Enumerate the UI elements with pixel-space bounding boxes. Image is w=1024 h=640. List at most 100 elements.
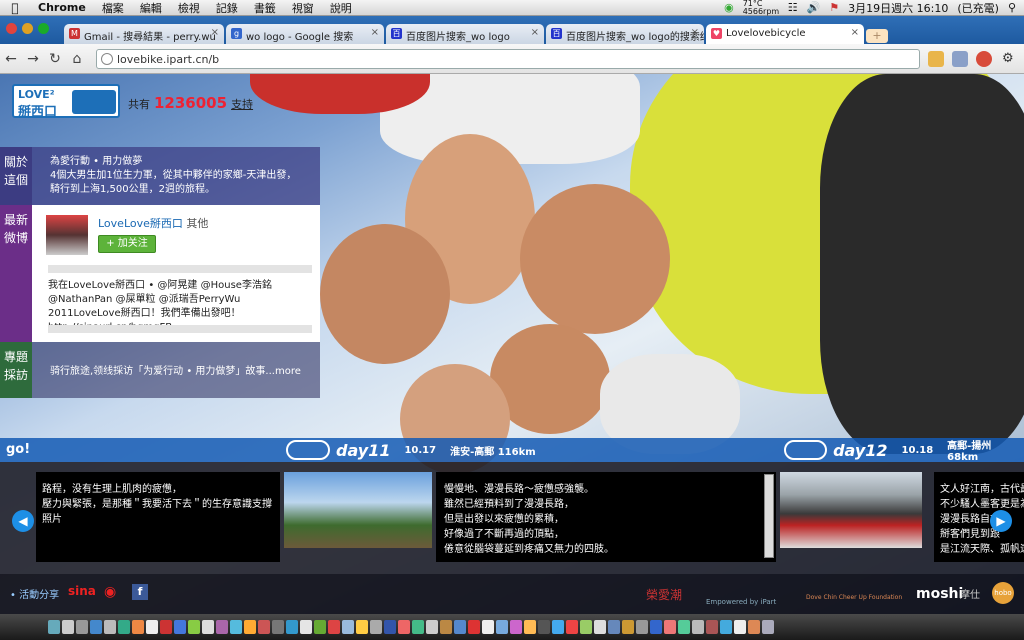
menu-help[interactable]: 說明 <box>322 0 360 16</box>
menu-window[interactable]: 視窗 <box>284 0 322 16</box>
address-bar[interactable]: lovebike.ipart.cn/b <box>96 49 920 69</box>
trash-icon[interactable] <box>762 620 774 634</box>
dock-app-icon[interactable] <box>146 620 158 634</box>
tab-baidu-2[interactable]: 百 百度图片搜索_wo logo的搜索结 × <box>546 24 704 44</box>
dock-app-icon[interactable] <box>104 620 116 634</box>
dock-app-icon[interactable] <box>272 620 284 634</box>
dock-app-icon[interactable] <box>412 620 424 634</box>
story-photo[interactable] <box>780 472 922 548</box>
dock-app-icon[interactable] <box>244 620 256 634</box>
story-card[interactable]: 慢慢地、漫漫長路～疲憊感強襲。 雖然已經預料到了漫漫長路， 但是出發以來疲憊的累… <box>436 472 776 562</box>
close-tab-icon[interactable]: × <box>531 27 539 38</box>
site-logo[interactable]: LOVE² 掰西口 <box>12 84 120 120</box>
previous-arrow-icon[interactable]: ◀ <box>12 510 34 532</box>
close-tab-icon[interactable]: × <box>691 27 699 38</box>
dock-app-icon[interactable] <box>622 620 634 634</box>
sponsor-logo[interactable]: moshi <box>916 586 963 602</box>
weibo-user[interactable]: LoveLove掰西口 其他 <box>98 215 208 231</box>
zoom-window-button[interactable] <box>38 23 49 34</box>
reload-icon[interactable]: ↻ <box>44 51 66 67</box>
dock-app-icon[interactable] <box>608 620 620 634</box>
dock-app-icon[interactable] <box>720 620 732 634</box>
dock-app-icon[interactable] <box>188 620 200 634</box>
wifi-icon[interactable]: ☷ <box>788 1 798 14</box>
dock-app-icon[interactable] <box>90 620 102 634</box>
sponsor-logo[interactable]: Empowered by iPart <box>706 598 776 606</box>
dock-app-icon[interactable] <box>538 620 550 634</box>
close-tab-icon[interactable]: × <box>211 27 219 38</box>
tab-baidu-1[interactable]: 百 百度图片搜索_wo logo × <box>386 24 544 44</box>
sponsor-logo[interactable]: hobo <box>992 582 1014 604</box>
dock-app-icon[interactable] <box>566 620 578 634</box>
dock-app-icon[interactable] <box>398 620 410 634</box>
dock-app-icon[interactable] <box>314 620 326 634</box>
dock-app-icon[interactable] <box>692 620 704 634</box>
extension-icon[interactable] <box>976 51 992 67</box>
apple-icon[interactable]:  <box>0 1 30 15</box>
dock-app-icon[interactable] <box>342 620 354 634</box>
dock-app-icon[interactable] <box>286 620 298 634</box>
day-marker-11[interactable]: day11 10.17 淮安-高郵 116km <box>286 438 780 462</box>
dock-app-icon[interactable] <box>510 620 522 634</box>
nav-about[interactable]: 關於 這個 <box>0 147 32 205</box>
dock-app-icon[interactable] <box>216 620 228 634</box>
home-icon[interactable]: ⌂ <box>66 51 88 67</box>
tab-lovelovebicycle[interactable]: ♥ Lovelovebicycle × <box>706 24 864 44</box>
weibo-user-name[interactable]: LoveLove掰西口 <box>98 217 183 230</box>
dock-app-icon[interactable] <box>300 620 312 634</box>
sponsor-logo[interactable]: 摩仕 <box>960 586 980 601</box>
sponsor-logo[interactable]: Dove Chin Cheer Up Foundation <box>806 594 916 601</box>
dock-app-icon[interactable] <box>370 620 382 634</box>
scrollbar[interactable] <box>764 474 774 558</box>
evernote-icon[interactable]: ◉ <box>724 1 734 14</box>
dock-app-icon[interactable] <box>468 620 480 634</box>
menu-app-name[interactable]: Chrome <box>30 1 94 14</box>
go-button[interactable]: go! <box>6 442 30 457</box>
dock-app-icon[interactable] <box>426 620 438 634</box>
weibo-other[interactable]: 其他 <box>186 217 208 230</box>
volume-icon[interactable]: 🔊 <box>807 1 821 14</box>
follow-button[interactable]: + 加关注 <box>98 235 156 253</box>
back-icon[interactable]: ← <box>0 51 22 67</box>
facebook-icon[interactable]: f <box>132 584 148 600</box>
dock-app-icon[interactable] <box>258 620 270 634</box>
dock-app-icon[interactable] <box>76 620 88 634</box>
dock-app-icon[interactable] <box>664 620 676 634</box>
support-link[interactable]: 支持 <box>231 98 253 111</box>
clock[interactable]: 3月19日週六 16:10 <box>848 0 948 16</box>
dock-app-icon[interactable] <box>454 620 466 634</box>
dock-app-icon[interactable] <box>174 620 186 634</box>
dock-app-icon[interactable] <box>678 620 690 634</box>
close-tab-icon[interactable]: × <box>851 27 859 38</box>
next-arrow-icon[interactable]: ▶ <box>990 510 1012 532</box>
minimize-window-button[interactable] <box>22 23 33 34</box>
dock-app-icon[interactable] <box>384 620 396 634</box>
dock-app-icon[interactable] <box>580 620 592 634</box>
dock-app-icon[interactable] <box>132 620 144 634</box>
battery-status[interactable]: (已充電) <box>957 0 999 16</box>
dock-app-icon[interactable] <box>748 620 760 634</box>
dock-app-icon[interactable] <box>734 620 746 634</box>
dock-app-icon[interactable] <box>328 620 340 634</box>
sponsor-logo[interactable]: 榮愛潮 <box>646 586 682 603</box>
interview-teaser-text[interactable]: 骑行旅途,领线採访「为爱行动 • 用力做梦」故事...more <box>50 366 301 377</box>
dock-app-icon[interactable] <box>636 620 648 634</box>
story-card[interactable]: 路程，没有生理上肌肉的疲憊， 壓力與緊張，是那種＂我要活下去＂的生存意識支撐 照… <box>36 472 280 562</box>
dock-app-icon[interactable] <box>482 620 494 634</box>
story-photo[interactable] <box>284 472 432 548</box>
dock-app-icon[interactable] <box>524 620 536 634</box>
interview-teaser[interactable]: 骑行旅途,领线採访「为爱行动 • 用力做梦」故事...more <box>32 342 320 398</box>
wrench-icon[interactable]: ⚙ <box>1002 51 1018 67</box>
menu-file[interactable]: 檔案 <box>94 0 132 16</box>
dock-app-icon[interactable] <box>496 620 508 634</box>
dock-app-icon[interactable] <box>594 620 606 634</box>
spotlight-icon[interactable]: ⚲ <box>1008 1 1016 14</box>
dock-app-icon[interactable] <box>650 620 662 634</box>
dock-app-icon[interactable] <box>706 620 718 634</box>
tab-google[interactable]: g wo logo - Google 搜索 × <box>226 24 384 44</box>
dock-app-icon[interactable] <box>356 620 368 634</box>
dock-app-icon[interactable] <box>440 620 452 634</box>
menu-bookmarks[interactable]: 書籤 <box>246 0 284 16</box>
extension-icon[interactable] <box>928 51 944 67</box>
weibo-icon[interactable]: ◉ <box>104 584 116 600</box>
